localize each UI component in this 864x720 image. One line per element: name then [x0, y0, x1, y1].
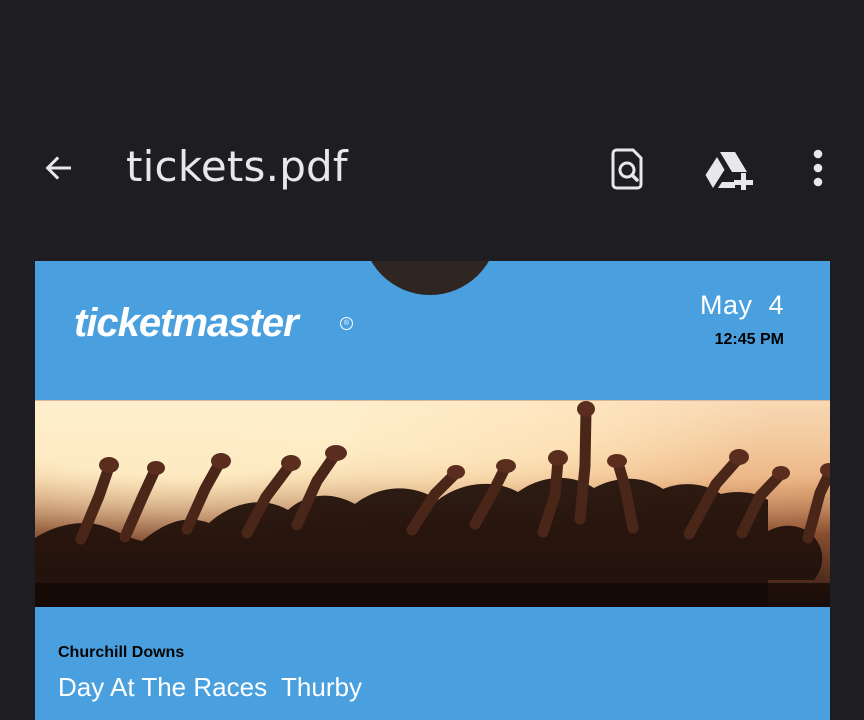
ticket-notch	[362, 261, 498, 295]
more-options-button[interactable]	[786, 136, 850, 200]
top-app-bar: tickets.pdf	[0, 125, 864, 211]
add-to-drive-button[interactable]	[697, 136, 761, 200]
venue-name: Churchill Downs	[58, 644, 185, 661]
arrow-back-icon	[45, 156, 71, 180]
concert-crowd-image	[35, 400, 830, 608]
more-vert-icon	[813, 149, 823, 187]
find-in-document-button[interactable]	[596, 136, 660, 200]
search-document-icon	[611, 148, 643, 190]
pdf-ticket-page[interactable]: ticketmaster ® May 4 12:45 PM Churchill …	[35, 261, 830, 720]
ticketmaster-logo: ticketmaster	[74, 301, 299, 345]
registered-mark: ®	[340, 317, 353, 330]
back-button[interactable]	[27, 136, 91, 200]
event-name: Day At The Races Thurby	[58, 672, 362, 702]
google-drive-add-icon	[705, 152, 753, 190]
event-date: May 4	[699, 290, 784, 320]
event-time: 12:45 PM	[714, 331, 784, 348]
pdf-viewer-screen: tickets.pdf ticketmaster ® May 4 12:45 P…	[0, 0, 864, 720]
document-title: tickets.pdf	[126, 142, 348, 191]
ticket-details: Churchill Downs Day At The Races Thurby	[35, 607, 830, 720]
